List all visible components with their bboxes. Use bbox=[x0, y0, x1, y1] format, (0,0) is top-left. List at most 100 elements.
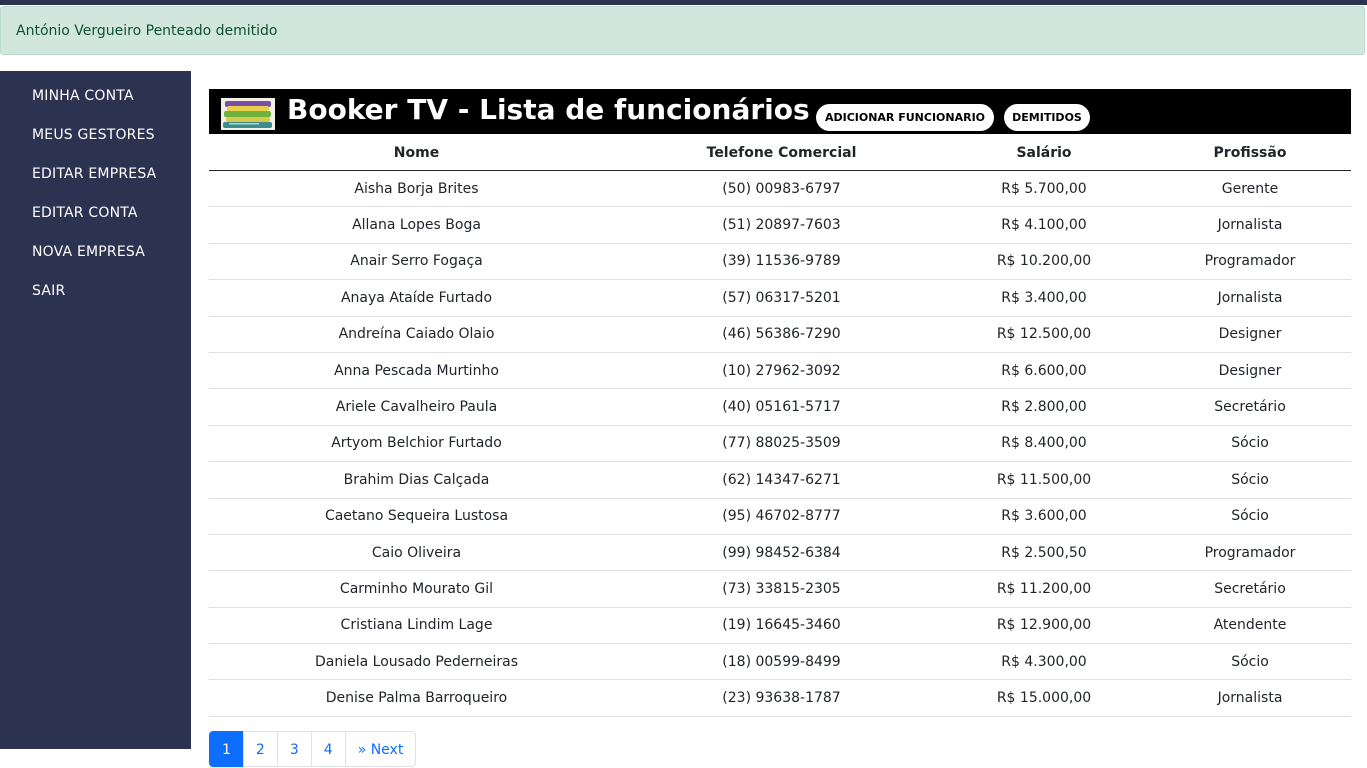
sidebar: MINHA CONTA MEUS GESTORES EDITAR EMPRESA… bbox=[0, 71, 191, 749]
page-header: Booker TV - Lista de funcionários ADICIO… bbox=[209, 89, 1351, 134]
column-header-salary: Salário bbox=[939, 135, 1149, 171]
books-icon bbox=[221, 98, 275, 130]
table-row: Anair Serro Fogaça (39) 11536-9789 R$ 10.2… bbox=[209, 243, 1351, 281]
employee-profession-cell: Jornalista bbox=[1149, 279, 1351, 317]
employee-phone-cell: (95) 46702-8777 bbox=[624, 498, 939, 535]
employee-salary-cell: R$ 4.100,00 bbox=[939, 206, 1149, 244]
employee-profession-cell: Sócio bbox=[1149, 425, 1351, 463]
page-link-1[interactable]: 1 bbox=[209, 731, 244, 767]
employee-profession-cell: Designer bbox=[1149, 316, 1351, 353]
employee-salary-cell: R$ 3.400,00 bbox=[939, 279, 1149, 317]
column-header-name: Nome bbox=[209, 135, 624, 171]
sidebar-item-editar-conta[interactable]: EDITAR CONTA bbox=[32, 205, 138, 221]
employee-salary-cell: R$ 11.500,00 bbox=[939, 461, 1149, 499]
table-row: Andreína Caiado Olaio (46) 56386-7290 R$ 1… bbox=[209, 316, 1351, 353]
employee-phone-cell: (19) 16645-3460 bbox=[624, 607, 939, 645]
employees-table: Nome Telefone Comercial Salário Profissã… bbox=[209, 135, 1351, 717]
employee-profession-cell: Programador bbox=[1149, 243, 1351, 281]
employee-salary-cell: R$ 2.500,50 bbox=[939, 534, 1149, 572]
employee-profession-cell: Gerente bbox=[1149, 170, 1351, 208]
add-employee-button[interactable]: ADICIONAR FUNCIONARIO bbox=[816, 104, 994, 131]
employee-name-cell: Daniela Lousado Pederneiras bbox=[209, 643, 624, 681]
employee-profession-cell: Secretário bbox=[1149, 388, 1351, 426]
employee-profession-cell: Sócio bbox=[1149, 461, 1351, 499]
table-row: Caetano Sequeira Lustosa (95) 46702-8777 R… bbox=[209, 498, 1351, 535]
employee-phone-cell: (10) 27962-3092 bbox=[624, 352, 939, 390]
fired-employees-button[interactable]: DEMITIDOS bbox=[1004, 104, 1090, 131]
employee-salary-cell: R$ 15.000,00 bbox=[939, 679, 1149, 717]
employee-phone-cell: (50) 00983-6797 bbox=[624, 170, 939, 208]
column-header-phone: Telefone Comercial bbox=[624, 135, 939, 171]
table-row: Anna Pescada Murtinho (10) 27962-3092 R$ 6… bbox=[209, 352, 1351, 390]
employee-phone-cell: (51) 20897-7603 bbox=[624, 206, 939, 244]
page-link-2[interactable]: 2 bbox=[242, 731, 278, 767]
table-row: Ariele Cavalheiro Paula (40) 05161-5717 R$… bbox=[209, 388, 1351, 426]
page-link-4[interactable]: 4 bbox=[310, 731, 346, 767]
employee-salary-cell: R$ 11.200,00 bbox=[939, 570, 1149, 608]
table-row: Anaya Ataíde Furtado (57) 06317-5201 R$ 3.… bbox=[209, 279, 1351, 317]
sidebar-item-editar-empresa[interactable]: EDITAR EMPRESA bbox=[32, 166, 156, 182]
employee-phone-cell: (62) 14347-6271 bbox=[624, 461, 939, 499]
employee-salary-cell: R$ 2.800,00 bbox=[939, 388, 1149, 426]
employee-phone-cell: (99) 98452-6384 bbox=[624, 534, 939, 572]
employee-salary-cell: R$ 8.400,00 bbox=[939, 425, 1149, 463]
table-header-row: Nome Telefone Comercial Salário Profissã… bbox=[209, 135, 1351, 171]
pagination: 1 2 3 4 » Next bbox=[209, 731, 417, 767]
table-row: Aisha Borja Brites (50) 00983-6797 R$ 5.70… bbox=[209, 170, 1351, 208]
table-row: Denise Palma Barroqueiro (23) 93638-1787 R… bbox=[209, 679, 1351, 717]
table-row: Artyom Belchior Furtado (77) 88025-3509 R$… bbox=[209, 425, 1351, 463]
sidebar-item-minha-conta[interactable]: MINHA CONTA bbox=[32, 88, 134, 104]
employee-name-cell: Carminho Mourato Gil bbox=[209, 570, 624, 608]
employee-phone-cell: (77) 88025-3509 bbox=[624, 425, 939, 463]
employee-phone-cell: (46) 56386-7290 bbox=[624, 316, 939, 353]
top-bar bbox=[0, 0, 1367, 5]
employee-name-cell: Denise Palma Barroqueiro bbox=[209, 679, 624, 717]
sidebar-item-nova-empresa[interactable]: NOVA EMPRESA bbox=[32, 244, 145, 260]
employee-profession-cell: Designer bbox=[1149, 352, 1351, 390]
table-row: Cristiana Lindim Lage (19) 16645-3460 R$ 1… bbox=[209, 607, 1351, 645]
column-header-profession: Profissão bbox=[1149, 135, 1351, 171]
employee-name-cell: Andreína Caiado Olaio bbox=[209, 316, 624, 353]
employee-name-cell: Brahim Dias Calçada bbox=[209, 461, 624, 499]
employee-phone-cell: (39) 11536-9789 bbox=[624, 243, 939, 281]
employee-name-cell: Aisha Borja Brites bbox=[209, 170, 624, 208]
employee-salary-cell: R$ 6.600,00 bbox=[939, 352, 1149, 390]
employee-salary-cell: R$ 4.300,00 bbox=[939, 643, 1149, 681]
employee-salary-cell: R$ 3.600,00 bbox=[939, 498, 1149, 535]
employee-profession-cell: Atendente bbox=[1149, 607, 1351, 645]
employee-name-cell: Cristiana Lindim Lage bbox=[209, 607, 624, 645]
employee-phone-cell: (57) 06317-5201 bbox=[624, 279, 939, 317]
table-row: Caio Oliveira (99) 98452-6384 R$ 2.500,50 P… bbox=[209, 534, 1351, 572]
employee-profession-cell: Jornalista bbox=[1149, 206, 1351, 244]
employee-salary-cell: R$ 12.500,00 bbox=[939, 316, 1149, 353]
employee-name-cell: Allana Lopes Boga bbox=[209, 206, 624, 244]
employee-profession-cell: Jornalista bbox=[1149, 679, 1351, 717]
employee-name-cell: Caetano Sequeira Lustosa bbox=[209, 498, 624, 535]
employee-profession-cell: Sócio bbox=[1149, 498, 1351, 535]
employee-phone-cell: (73) 33815-2305 bbox=[624, 570, 939, 608]
table-row: Carminho Mourato Gil (73) 33815-2305 R$ 11… bbox=[209, 570, 1351, 608]
employee-phone-cell: (23) 93638-1787 bbox=[624, 679, 939, 717]
table-row: Daniela Lousado Pederneiras (18) 00599-84… bbox=[209, 643, 1351, 681]
employee-name-cell: Anna Pescada Murtinho bbox=[209, 352, 624, 390]
employee-profession-cell: Secretário bbox=[1149, 570, 1351, 608]
employee-name-cell: Anaya Ataíde Furtado bbox=[209, 279, 624, 317]
employee-phone-cell: (18) 00599-8499 bbox=[624, 643, 939, 681]
employee-name-cell: Artyom Belchior Furtado bbox=[209, 425, 624, 463]
alert-message: António Vergueiro Penteado demitido bbox=[16, 23, 278, 39]
sidebar-item-meus-gestores[interactable]: MEUS GESTORES bbox=[32, 127, 155, 143]
employee-salary-cell: R$ 5.700,00 bbox=[939, 170, 1149, 208]
employee-name-cell: Caio Oliveira bbox=[209, 534, 624, 572]
employee-profession-cell: Sócio bbox=[1149, 643, 1351, 681]
page-link-3[interactable]: 3 bbox=[276, 731, 312, 767]
table-row: Brahim Dias Calçada (62) 14347-6271 R$ 11.… bbox=[209, 461, 1351, 499]
employee-name-cell: Ariele Cavalheiro Paula bbox=[209, 388, 624, 426]
employee-profession-cell: Programador bbox=[1149, 534, 1351, 572]
table-row: Allana Lopes Boga (51) 20897-7603 R$ 4.100… bbox=[209, 206, 1351, 244]
page-title: Booker TV - Lista de funcionários bbox=[287, 93, 810, 126]
sidebar-item-sair[interactable]: SAIR bbox=[32, 283, 65, 299]
next-page-link[interactable]: » Next bbox=[344, 731, 417, 767]
employee-salary-cell: R$ 12.900,00 bbox=[939, 607, 1149, 645]
employee-name-cell: Anair Serro Fogaça bbox=[209, 243, 624, 281]
employee-phone-cell: (40) 05161-5717 bbox=[624, 388, 939, 426]
